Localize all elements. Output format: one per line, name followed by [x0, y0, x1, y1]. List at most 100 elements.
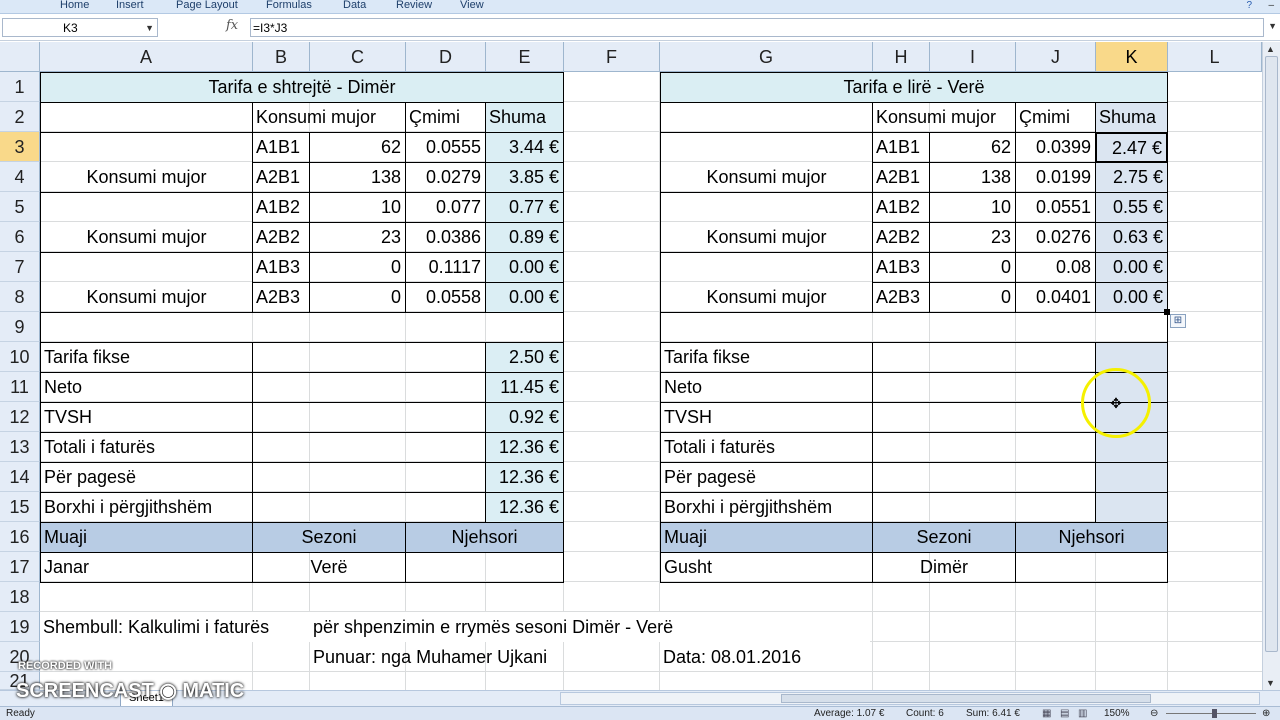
row-header[interactable]: 5 — [0, 192, 40, 222]
row-header[interactable]: 9 — [0, 312, 40, 342]
zoom-slider-track[interactable] — [1166, 713, 1256, 714]
row-header[interactable]: 8 — [0, 282, 40, 312]
tab-insert[interactable]: Insert — [116, 0, 144, 11]
right-summary-gap — [872, 492, 1096, 523]
auto-fill-options-icon[interactable]: ⊞ — [1170, 314, 1186, 328]
left-summary-gap — [252, 492, 486, 523]
column-header-e[interactable]: E — [486, 42, 564, 72]
right-row-code: A1B2 — [872, 192, 930, 223]
right-row-kons: 0 — [929, 282, 1016, 313]
right-row-price: 0.0276 — [1015, 222, 1096, 253]
tab-page-layout[interactable]: Page Layout — [176, 0, 238, 11]
right-row-sum[interactable]: 0.00 € — [1095, 252, 1168, 283]
right-row-sum-selected[interactable]: 2.47 € — [1095, 132, 1168, 163]
row-header[interactable]: 11 — [0, 372, 40, 402]
left-header-cmimi: Çmimi — [405, 102, 486, 133]
left-summary-value: 2.50 € — [485, 342, 564, 373]
right-summary-gap — [872, 372, 1096, 403]
row-header[interactable]: 13 — [0, 432, 40, 462]
row-header[interactable]: 4 — [0, 162, 40, 192]
column-header-l[interactable]: L — [1168, 42, 1262, 72]
right-row-price: 0.0401 — [1015, 282, 1096, 313]
row-header[interactable]: 18 — [0, 582, 40, 612]
row-header[interactable]: 17 — [0, 552, 40, 582]
view-normal-icon[interactable]: ▦ — [1042, 708, 1051, 719]
left-row-kons: 0 — [309, 252, 406, 283]
tab-review[interactable]: Review — [396, 0, 432, 11]
left-row-kons: 0 — [309, 282, 406, 313]
left-row-code: A1B3 — [252, 252, 310, 283]
right-spacer-row — [660, 312, 1168, 343]
zoom-in-icon[interactable]: ⊕ — [1262, 708, 1270, 719]
column-header-h[interactable]: H — [873, 42, 930, 72]
column-header-b[interactable]: B — [253, 42, 310, 72]
formula-input[interactable]: =I3*J3 — [250, 18, 1264, 37]
view-page-layout-icon[interactable]: ▤ — [1060, 708, 1069, 719]
right-header-shuma: Shuma — [1095, 102, 1168, 133]
right-row-sum[interactable]: 0.55 € — [1095, 192, 1168, 223]
zoom-slider-thumb[interactable] — [1212, 709, 1217, 718]
right-summary-gap — [872, 342, 1096, 373]
left-row-code: A2B1 — [252, 162, 310, 193]
column-header-a[interactable]: A — [40, 42, 253, 72]
select-all-corner[interactable] — [0, 42, 40, 72]
row-header[interactable]: 7 — [0, 252, 40, 282]
right-summary-label: TVSH — [660, 402, 873, 433]
zoom-level[interactable]: 150% — [1104, 708, 1130, 719]
right-group-label: Konsumi mujor — [660, 192, 873, 253]
row-header[interactable]: 6 — [0, 222, 40, 252]
row-header[interactable]: 12 — [0, 402, 40, 432]
right-footer-njehsori-value — [1015, 552, 1168, 583]
row-header[interactable]: 1 — [0, 72, 40, 102]
vertical-scroll-thumb[interactable] — [1265, 56, 1278, 652]
column-header-g[interactable]: G — [660, 42, 873, 72]
worksheet-grid[interactable]: Tarifa e shtrejtë - Dimër Konsumi mujor … — [40, 72, 1262, 690]
column-header-i[interactable]: I — [930, 42, 1016, 72]
right-footer-muaji-value: Gusht — [660, 552, 873, 583]
scroll-down-icon[interactable]: ▼ — [1266, 678, 1275, 688]
horizontal-scrollbar[interactable] — [560, 692, 1260, 705]
right-summary-label: Neto — [660, 372, 873, 403]
right-row-sum[interactable]: 0.63 € — [1095, 222, 1168, 253]
row-header[interactable]: 15 — [0, 492, 40, 522]
view-page-break-icon[interactable]: ▥ — [1078, 708, 1087, 719]
column-header-j[interactable]: J — [1016, 42, 1096, 72]
row-header[interactable]: 19 — [0, 612, 40, 642]
column-header-d[interactable]: D — [406, 42, 486, 72]
row-header[interactable]: 3 — [0, 132, 40, 162]
horizontal-scroll-thumb[interactable] — [781, 694, 1151, 703]
zoom-out-icon[interactable]: ⊖ — [1150, 708, 1158, 719]
left-summary-label: Tarifa fikse — [40, 342, 253, 373]
tab-data[interactable]: Data — [343, 0, 366, 11]
right-summary-value[interactable] — [1095, 462, 1168, 493]
left-summary-label: Për pagesë — [40, 462, 253, 493]
help-icon[interactable]: ? — [1246, 0, 1252, 11]
right-row-price: 0.0199 — [1015, 162, 1096, 193]
name-box[interactable]: K3 ▼ — [2, 18, 158, 37]
status-average: Average: 1.07 € — [814, 708, 885, 719]
left-group-label: Konsumi mujor — [40, 252, 253, 313]
left-row-sum: 0.00 € — [485, 282, 564, 313]
scroll-up-icon[interactable]: ▲ — [1266, 44, 1275, 54]
row-header[interactable]: 16 — [0, 522, 40, 552]
row-header[interactable]: 2 — [0, 102, 40, 132]
tab-formulas[interactable]: Formulas — [266, 0, 312, 11]
expand-formula-bar-icon[interactable]: ▼ — [1268, 21, 1277, 31]
right-row-code: A2B2 — [872, 222, 930, 253]
column-header-k[interactable]: K — [1096, 42, 1168, 72]
column-header-c[interactable]: C — [310, 42, 406, 72]
chevron-down-icon[interactable]: ▼ — [145, 19, 154, 38]
right-summary-value[interactable] — [1095, 492, 1168, 523]
left-row-price: 0.0279 — [405, 162, 486, 193]
row-header[interactable]: 10 — [0, 342, 40, 372]
column-header-f[interactable]: F — [564, 42, 660, 72]
tab-view[interactable]: View — [460, 0, 484, 11]
vertical-scrollbar[interactable]: ▲ ▼ — [1262, 42, 1280, 690]
tab-home[interactable]: Home — [60, 0, 89, 11]
right-summary-label: Tarifa fikse — [660, 342, 873, 373]
row-header[interactable]: 14 — [0, 462, 40, 492]
right-row-sum[interactable]: 2.75 € — [1095, 162, 1168, 193]
right-row-sum[interactable]: 0.00 € — [1095, 282, 1168, 313]
ribbon-minimize-icon[interactable]: – — [1268, 0, 1274, 11]
insert-function-icon[interactable]: fx — [226, 18, 238, 33]
